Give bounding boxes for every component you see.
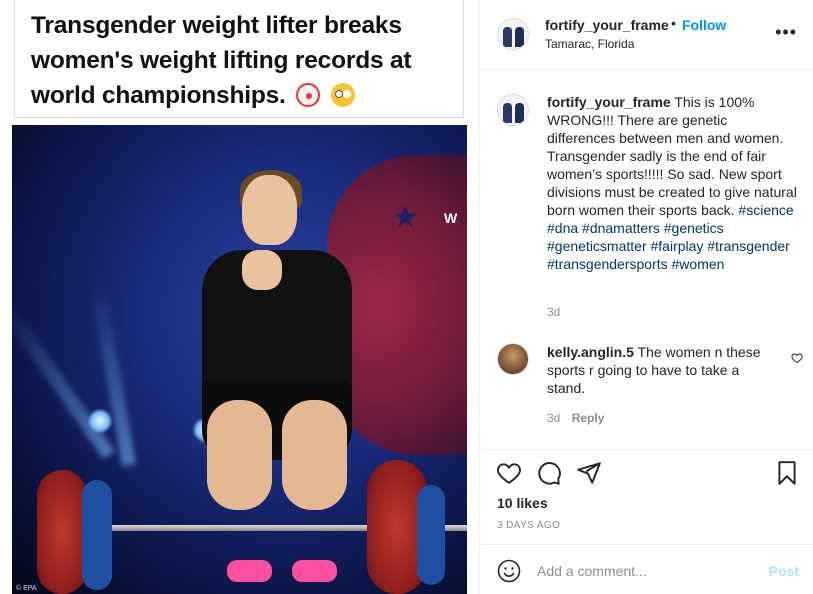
avatar[interactable]	[497, 18, 529, 50]
caption-text: This is 100% WRONG!!! There are genetic …	[547, 94, 797, 218]
comment-time[interactable]: 3d	[547, 411, 560, 425]
stage-light	[87, 408, 113, 434]
author-username[interactable]: fortify_your_frame	[545, 17, 669, 33]
post-headline: Transgender weight lifter breaks women's…	[31, 8, 451, 113]
photo-credit: © EPA	[16, 585, 37, 592]
weightlifter-photo[interactable]: ★ W © EPA	[12, 125, 467, 594]
follow-button[interactable]: Follow	[682, 17, 726, 33]
clown-face-emoji-icon	[296, 83, 321, 107]
caption-time: 3d	[547, 305, 560, 319]
comments-list: fortify_your_frame This is 100% WRONG!!!…	[481, 71, 813, 449]
add-comment-bar: Post	[481, 544, 813, 594]
comment-icon[interactable]	[536, 460, 562, 486]
post-location[interactable]: Tamarac, Florida	[545, 37, 634, 51]
smiley-icon[interactable]	[497, 559, 521, 583]
star-icon: ★	[392, 201, 419, 234]
banner-text: W	[444, 210, 458, 226]
avatar[interactable]	[497, 94, 529, 126]
headline-card: Transgender weight lifter breaks women's…	[14, 0, 464, 118]
bookmark-icon[interactable]	[774, 460, 800, 486]
post-actions: 10 likes 3 DAYS AGO	[481, 449, 813, 544]
barbell-plate	[37, 470, 87, 594]
reply-button[interactable]: Reply	[572, 411, 605, 425]
barbell-plate	[82, 480, 112, 590]
comment-username[interactable]: kelly.anglin.5	[547, 344, 634, 360]
likes-count[interactable]: 10 likes	[497, 495, 548, 511]
post-header: fortify_your_frame • Follow Tamarac, Flo…	[481, 0, 813, 70]
post-timestamp: 3 DAYS AGO	[497, 520, 561, 531]
separator-dot: •	[671, 15, 676, 31]
avatar[interactable]	[497, 343, 529, 375]
post-media: Transgender weight lifter breaks women's…	[0, 0, 480, 594]
heart-icon[interactable]	[496, 460, 522, 486]
post-button[interactable]: Post	[769, 563, 799, 579]
comment-input[interactable]	[537, 558, 757, 584]
caption-username[interactable]: fortify_your_frame	[547, 94, 671, 110]
barbell-plate	[417, 485, 445, 585]
caption: fortify_your_frame This is 100% WRONG!!!…	[547, 93, 799, 273]
paper-plane-icon[interactable]	[576, 460, 602, 486]
post-sidebar: fortify_your_frame • Follow Tamarac, Flo…	[481, 0, 813, 594]
like-comment-heart-icon[interactable]	[791, 352, 803, 364]
flushed-face-emoji-icon	[330, 83, 355, 107]
more-horizontal-icon[interactable]: •••	[775, 22, 797, 43]
comment: kelly.anglin.5 The women n these sports …	[547, 343, 777, 397]
caption-time-text[interactable]: 3d	[547, 305, 560, 319]
weightlifter-figure	[172, 170, 382, 582]
comment-meta: 3d Reply	[547, 411, 604, 425]
